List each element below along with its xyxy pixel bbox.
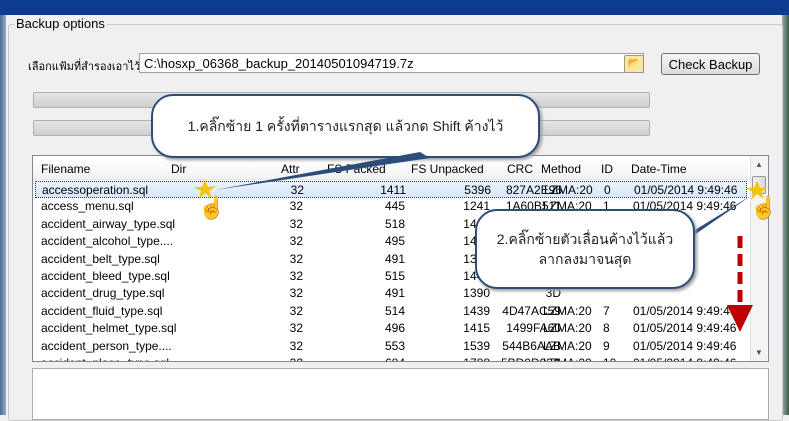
callout-1-pointer: [215, 152, 430, 190]
arrow-down-icon: [727, 305, 753, 332]
callout-2-pointer: [690, 195, 752, 238]
instruction-callout-2: 2.คลิ๊กซ้ายตัวเลื่อนค้างไว้แล้ว ลากลงมาจ…: [475, 209, 695, 289]
callout-2-line-2: ลากลงมาจนสุด: [538, 251, 632, 267]
hand-cursor-icon: ☝: [750, 194, 777, 221]
hand-cursor-icon: ☝: [198, 194, 225, 221]
callout-2-line-1: 2.คลิ๊กซ้ายตัวเลื่อนค้างไว้แล้ว: [496, 231, 674, 247]
callout-pointers: ☝ ☝: [194, 152, 777, 332]
